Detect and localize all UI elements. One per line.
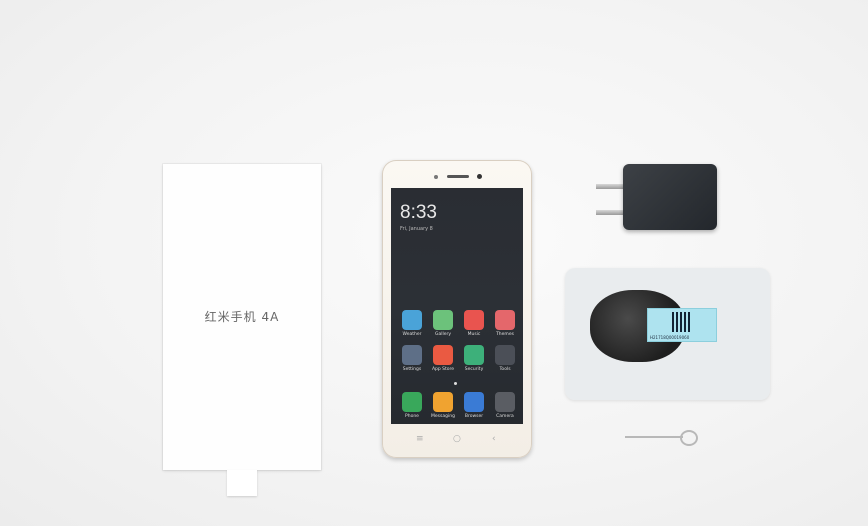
- security-icon: [464, 345, 484, 365]
- home-key-icon: ○: [453, 434, 461, 444]
- charger-prong-bottom: [596, 210, 626, 215]
- app-messaging[interactable]: Messaging: [428, 392, 458, 419]
- music-icon: [464, 310, 484, 330]
- gallery-icon: [433, 310, 453, 330]
- app-label: Security: [464, 367, 484, 372]
- app-security[interactable]: Security: [459, 345, 489, 372]
- app-browser[interactable]: Browser: [459, 392, 489, 419]
- app-app-store[interactable]: App Store: [428, 345, 458, 372]
- menu-key-icon: ≡: [416, 434, 424, 444]
- sim-eject-tool: [625, 436, 683, 438]
- app-label: Tools: [499, 367, 511, 372]
- app-label: Weather: [402, 332, 422, 337]
- smartphone: 8:33 Fri, January 8 Weather Gallery Music T…: [382, 160, 532, 458]
- charger-prong-top: [596, 184, 626, 189]
- back-key-icon: ‹: [492, 434, 496, 444]
- settings-icon: [402, 345, 422, 365]
- phone-screen: 8:33 Fri, January 8 Weather Gallery Music T…: [391, 188, 523, 424]
- app-label: Themes: [496, 332, 514, 337]
- themes-icon: [495, 310, 515, 330]
- wall-charger: [623, 164, 717, 230]
- app-tools[interactable]: Tools: [490, 345, 520, 372]
- app-label: Music: [467, 332, 481, 337]
- phone-icon: [402, 392, 422, 412]
- app-label: Settings: [402, 367, 422, 372]
- product-unboxing-scene: 红米手机 4A 8:33 Fri, January 8 Weather Galle…: [0, 0, 868, 526]
- app-label: Messaging: [431, 414, 455, 419]
- booklet-pull-tab: [227, 470, 257, 496]
- sim-eject-tool-ring: [680, 430, 698, 446]
- page-indicator: [454, 382, 457, 385]
- app-gallery[interactable]: Gallery: [428, 310, 458, 337]
- app-camera[interactable]: Camera: [490, 392, 520, 419]
- lockscreen-clock: 8:33: [400, 202, 437, 223]
- camera-icon: [495, 392, 515, 412]
- app-label: Browser: [464, 414, 484, 419]
- sticker-code: H21718Q00019060: [650, 335, 690, 340]
- qr-code-icon: [672, 312, 692, 332]
- earpiece-speaker: [447, 175, 469, 178]
- manual-booklet: 红米手机 4A: [163, 164, 321, 470]
- weather-icon: [402, 310, 422, 330]
- app-settings[interactable]: Settings: [397, 345, 427, 372]
- app-label: App Store: [431, 367, 455, 372]
- front-camera: [477, 174, 482, 179]
- booklet-title: 红米手机 4A: [204, 310, 280, 324]
- app-label: Camera: [496, 414, 514, 419]
- messaging-icon: [433, 392, 453, 412]
- app-label: Phone: [405, 414, 419, 419]
- app-music[interactable]: Music: [459, 310, 489, 337]
- app-themes[interactable]: Themes: [490, 310, 520, 337]
- lockscreen-date: Fri, January 8: [400, 226, 433, 232]
- barcode-sticker: H21718Q00019060: [647, 308, 717, 342]
- proximity-sensor: [434, 175, 438, 179]
- app-store-icon: [433, 345, 453, 365]
- app-label: Gallery: [434, 332, 452, 337]
- app-phone[interactable]: Phone: [397, 392, 427, 419]
- tools-icon: [495, 345, 515, 365]
- app-weather[interactable]: Weather: [397, 310, 427, 337]
- browser-icon: [464, 392, 484, 412]
